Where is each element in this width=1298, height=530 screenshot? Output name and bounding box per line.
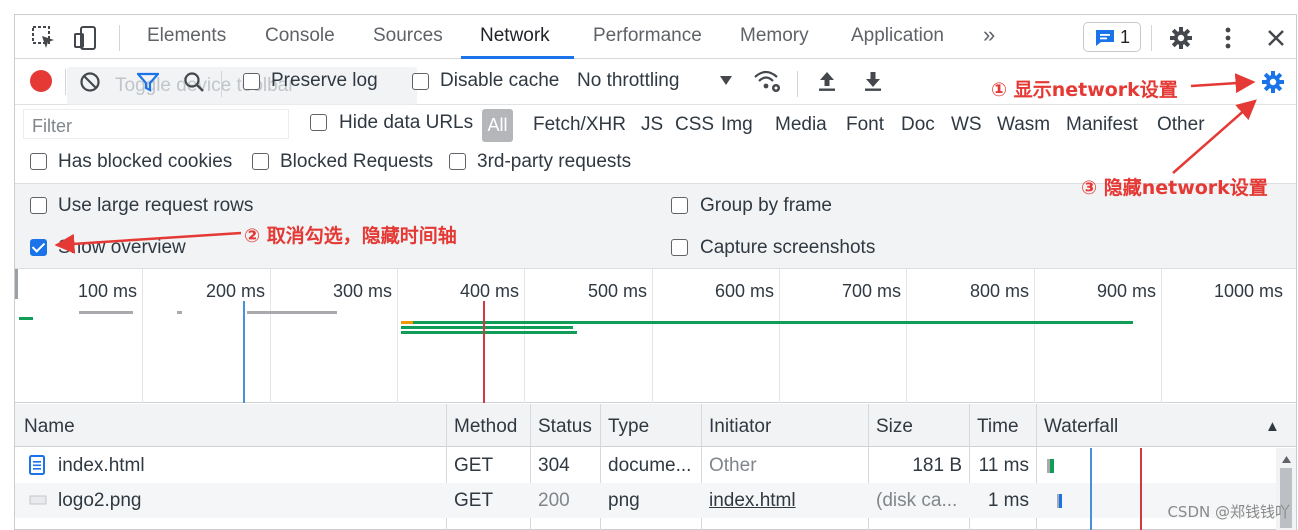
devtools-window: Elements Console Sources Network Perform… bbox=[14, 14, 1297, 530]
watermark: CSDN @郑钱钱吖 bbox=[1167, 503, 1290, 521]
annotation-arrows bbox=[54, 73, 1257, 254]
